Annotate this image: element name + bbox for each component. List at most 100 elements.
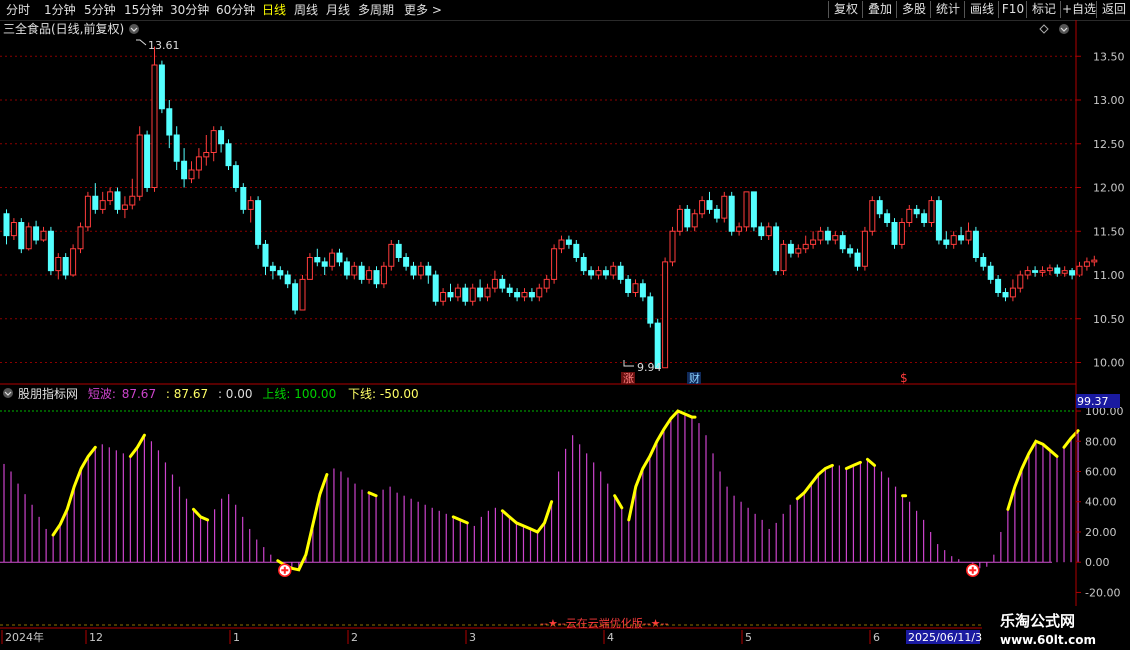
candle-body — [958, 235, 965, 241]
indicator-axis: 100.0080.0060.0040.0020.000.00-20.00 — [1076, 405, 1124, 599]
toolbar-button-1[interactable]: 叠加 — [862, 1, 897, 18]
period-tab-9[interactable]: 多周期 — [358, 2, 394, 18]
candle-body — [810, 239, 817, 245]
price-tick-label: 12.00 — [1093, 182, 1125, 195]
candle-body — [277, 270, 284, 276]
toolbar-button-0[interactable]: 复权 — [828, 1, 863, 18]
period-tab-8[interactable]: 月线 — [326, 2, 350, 18]
candle-body — [1002, 292, 1009, 298]
candle-body — [773, 226, 780, 272]
candle-body — [506, 287, 513, 293]
candle-body — [395, 243, 402, 258]
candle-body — [824, 230, 831, 241]
period-tab-1[interactable]: 1分钟 — [44, 2, 76, 18]
toolbar: 分时 1分钟 5分钟 15分钟 30分钟 60分钟 日线 周线 月线 多周期 更多 > 返回 +自选 标记… — [0, 0, 1130, 21]
candle-body — [447, 292, 454, 298]
candle-body — [928, 200, 935, 223]
candle-body — [795, 248, 802, 254]
candle-body — [1061, 270, 1068, 274]
candle-body — [662, 261, 669, 369]
toolbar-button-2[interactable]: 多股 — [896, 1, 931, 18]
price-panel-title: 三全食品(日线,前复权) — [3, 21, 124, 36]
candle-body — [329, 252, 336, 267]
signal-line — [866, 457, 876, 467]
period-tab-3[interactable]: 15分钟 — [124, 2, 163, 18]
candle-body — [358, 265, 365, 280]
candle-body — [84, 195, 91, 228]
price-tick-label: 11.50 — [1093, 225, 1125, 238]
price-tick-label: 11.00 — [1093, 269, 1125, 282]
candle-body — [987, 265, 994, 280]
zhang-marker: 涨 — [623, 372, 634, 385]
indicator-tick-label: 20.00 — [1085, 526, 1117, 539]
low-price-label: 9.94 — [637, 361, 662, 374]
signal-line — [795, 463, 834, 501]
period-tab-2[interactable]: 5分钟 — [84, 2, 116, 18]
period-tab-4[interactable]: 30分钟 — [170, 2, 209, 18]
candle-body — [232, 165, 239, 188]
toolbar-button-5[interactable]: F10 — [998, 1, 1027, 18]
current-value: 99.37 — [1077, 395, 1109, 408]
toolbar-button-4[interactable]: 画线 — [964, 1, 999, 18]
indicator-tick-label: 80.00 — [1085, 435, 1117, 448]
toolbar-button-3[interactable]: 统计 — [930, 1, 965, 18]
candle-body — [514, 292, 521, 298]
signal-line — [613, 494, 624, 510]
legend-short-value: 87.67 — [122, 387, 156, 401]
toolbar-button-8[interactable]: 返回 — [1096, 1, 1130, 18]
candle-body — [706, 200, 713, 210]
price-axis: 13.50 13.00 12.50 12.00 11.50 11.00 10.50 10.00 — [1076, 50, 1125, 370]
indicator-bars — [3, 411, 1079, 570]
toolbar-button-6[interactable]: 标记 — [1026, 1, 1061, 18]
candle-body — [454, 287, 461, 298]
candle-body — [876, 200, 883, 215]
period-tab-10[interactable]: 更多 > — [404, 2, 442, 18]
toolbar-button-7[interactable]: +自选 — [1060, 1, 1097, 18]
candle-body — [684, 208, 691, 228]
candle-body — [950, 235, 957, 245]
candle-body — [77, 226, 84, 250]
cai-marker: 财 — [689, 371, 700, 385]
candle-body — [595, 270, 602, 276]
panel-menu-icon[interactable] — [1059, 24, 1069, 34]
date-box-text: 2025/06/11/3 — [908, 631, 982, 644]
candle-body — [676, 208, 683, 232]
candle-body — [484, 287, 491, 298]
candle-body — [861, 230, 868, 267]
candle-body — [721, 195, 728, 219]
candle-body — [995, 278, 1002, 293]
candle-body — [802, 243, 809, 250]
candle-body — [728, 195, 735, 232]
time-tick-label: 12 — [89, 631, 103, 644]
period-tab-7[interactable]: 周线 — [294, 2, 318, 18]
title-menu-icon[interactable] — [129, 24, 139, 34]
candle-body — [351, 265, 358, 276]
candle-body — [247, 200, 254, 210]
candle-body — [536, 287, 543, 298]
candle-body — [1017, 274, 1024, 289]
dollar-marker[interactable]: $ — [900, 371, 908, 385]
candle-body — [3, 213, 10, 237]
period-tab-5[interactable]: 60分钟 — [216, 2, 255, 18]
candle-body — [62, 257, 69, 276]
candle-body — [469, 287, 476, 302]
time-tick-label: 2 — [351, 631, 358, 644]
price-tick-label: 10.00 — [1093, 357, 1125, 370]
candle-body — [943, 239, 950, 245]
candle-body — [343, 261, 350, 276]
indicator-menu-icon[interactable] — [3, 388, 13, 398]
time-tick-label: 4 — [607, 631, 614, 644]
candle-body — [558, 239, 565, 250]
candle-body — [173, 134, 180, 162]
indicator-legend: 股朋指标网 短波: 87.67 : 87.67 : 0.00 上线: 100.0… — [18, 386, 419, 401]
candle-body — [610, 265, 617, 276]
candle-body — [388, 243, 395, 267]
candle-body — [551, 248, 558, 280]
diamond-icon[interactable] — [1039, 24, 1049, 34]
candle-body — [321, 261, 328, 267]
candle-body — [625, 278, 632, 293]
candle-body — [40, 230, 47, 241]
period-tab-6[interactable]: 日线 — [262, 2, 286, 18]
price-tick-label: 13.50 — [1093, 50, 1125, 63]
period-tab-0[interactable]: 分时 — [6, 2, 30, 18]
